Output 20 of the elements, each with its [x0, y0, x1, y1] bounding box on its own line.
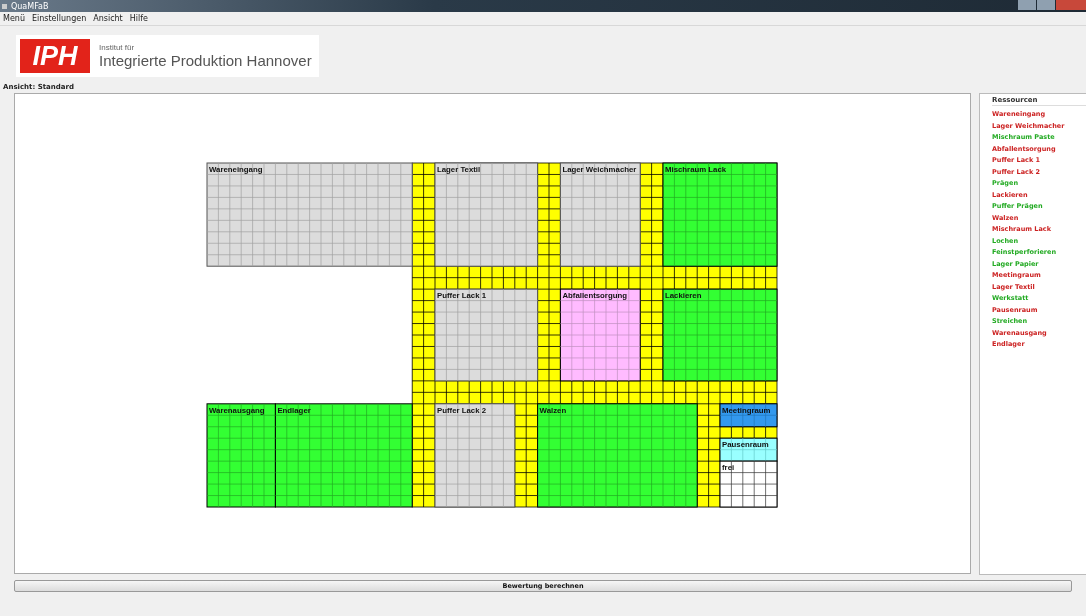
logo-subtitle: Institut für — [99, 43, 136, 52]
room-area[interactable] — [559, 288, 641, 382]
menu-item[interactable]: Hilfe — [129, 14, 148, 23]
room-area[interactable] — [559, 162, 641, 267]
room-area[interactable] — [719, 437, 778, 462]
room-area[interactable] — [274, 403, 413, 508]
room-area[interactable] — [719, 460, 778, 508]
menu-item[interactable]: Einstellungen — [31, 14, 87, 23]
room-area[interactable] — [662, 162, 778, 267]
logo-mark: IPH — [20, 39, 90, 73]
room-area[interactable] — [206, 403, 276, 508]
menu-item[interactable]: Ansicht — [93, 14, 123, 23]
menu-item[interactable]: Menü — [3, 14, 25, 23]
app-icon — [2, 3, 7, 9]
window-title: QuaMFaB — [11, 0, 49, 12]
room-area[interactable] — [537, 403, 698, 508]
room-area[interactable] — [662, 288, 778, 382]
room-area[interactable] — [434, 288, 539, 382]
logo-name: Integrierte Produktion Hannover — [99, 52, 312, 69]
room-area[interactable] — [719, 403, 778, 428]
